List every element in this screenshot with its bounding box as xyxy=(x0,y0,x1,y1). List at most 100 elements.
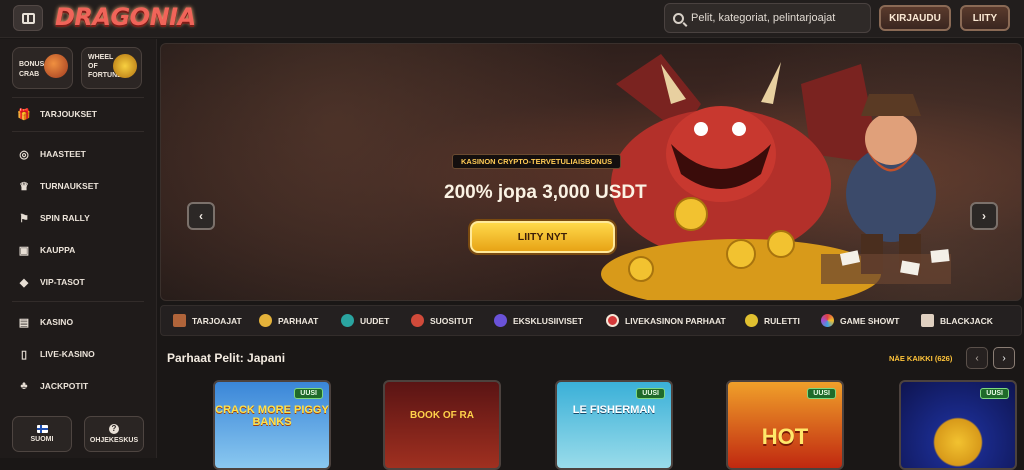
category-uudet[interactable]: UUDET xyxy=(341,314,389,327)
sidebar-item-vip-tasot[interactable]: ◆ VIP-TASOT xyxy=(18,276,85,289)
site-logo[interactable]: DRAGONIA xyxy=(55,3,196,31)
category-label: TARJOAJAT xyxy=(192,315,242,326)
new-badge: UUSI xyxy=(980,388,1009,399)
gift-icon: 🎁 xyxy=(17,108,31,121)
wheel-icon xyxy=(113,54,137,78)
chevron-left-icon: ‹ xyxy=(975,352,979,364)
gem-icon xyxy=(341,314,354,327)
chevron-right-icon: › xyxy=(1002,352,1006,364)
crystal-icon xyxy=(494,314,507,327)
sidebar: BONUS CRAB WHEEL OF FORTUNE 🎁 TARJOUKSET … xyxy=(0,39,157,458)
search-icon xyxy=(673,12,684,24)
divider xyxy=(12,97,144,98)
category-label: SUOSITUT xyxy=(430,315,473,326)
clover-icon: ♣ xyxy=(20,380,28,392)
sidebar-item-kauppa[interactable]: ▣ KAUPPA xyxy=(18,244,76,257)
category-ruletti[interactable]: RULETTI xyxy=(745,314,800,327)
wheel-icon xyxy=(821,314,834,327)
join-button[interactable]: LIITY xyxy=(960,5,1010,31)
sidebar-item-live-kasino[interactable]: ▯ LIVE-KASINO xyxy=(18,348,95,361)
promo-label-line: CRAB xyxy=(19,71,40,78)
sidebar-item-label: TURNAUKSET xyxy=(40,181,99,191)
racing-icon: ⚑ xyxy=(19,212,29,225)
new-badge: UUSI xyxy=(807,388,836,399)
promo-wheel-of-fortune[interactable]: WHEEL OF FORTUNE xyxy=(81,47,142,89)
sidebar-item-label: SPIN RALLY xyxy=(40,213,90,223)
sidebar-toggle-icon xyxy=(21,12,35,24)
category-label: BLACKJACK xyxy=(940,315,993,326)
card-icon: ▯ xyxy=(20,348,28,361)
see-all-link[interactable]: NÄE KAIKKI (626) xyxy=(889,354,952,363)
sidebar-item-haasteet[interactable]: ◎ HAASTEET xyxy=(18,148,86,161)
category-blackjack[interactable]: BLACKJACK xyxy=(921,314,993,327)
promo-label-line: WHEEL xyxy=(88,54,114,61)
roulette-icon xyxy=(745,314,758,327)
new-badge: UUSI xyxy=(294,388,323,399)
divider xyxy=(12,301,144,302)
search-box[interactable] xyxy=(664,3,871,33)
category-tarjoajat[interactable]: TARJOAJAT xyxy=(173,314,242,327)
category-label: PARHAAT xyxy=(278,315,319,326)
help-label: OHJEKESKUS xyxy=(89,437,139,444)
slot-machine-icon: ▤ xyxy=(18,316,30,329)
sidebar-item-label: JACKPOTIT xyxy=(40,381,89,391)
login-button[interactable]: KIRJAUDU xyxy=(879,5,951,31)
language-button[interactable]: SUOMI xyxy=(12,416,72,452)
sidebar-item-jackpotit[interactable]: ♣ JACKPOTIT xyxy=(18,380,88,392)
divider xyxy=(12,131,144,132)
category-suositut[interactable]: SUOSITUT xyxy=(411,314,473,327)
sidebar-item-turnaukset[interactable]: ♛ TURNAUKSET xyxy=(18,180,99,193)
help-center-button[interactable]: ? OHJEKESKUS xyxy=(84,416,144,452)
promo-label-line: BONUS xyxy=(19,61,45,68)
cards-icon xyxy=(921,314,934,327)
game-title: HOT xyxy=(761,424,809,449)
chevron-left-icon: ‹ xyxy=(199,209,203,223)
dwarf-hat xyxy=(861,94,921,116)
sidebar-item-label: TARJOUKSET xyxy=(40,109,97,119)
game-card[interactable]: BOOK OF RA xyxy=(383,380,501,470)
category-livekasinon-parhaat[interactable]: LIVEKASINON PARHAAT xyxy=(606,314,726,327)
game-card[interactable]: UUSI HOT xyxy=(726,380,844,470)
sidebar-toggle-button[interactable] xyxy=(13,5,43,31)
promo-label-line: OF xyxy=(88,63,98,70)
sidebar-item-tarjoukset[interactable]: 🎁 TARJOUKSET xyxy=(17,108,97,121)
flag-cross xyxy=(36,428,48,430)
game-card[interactable]: UUSI xyxy=(899,380,1017,470)
category-label: RULETTI xyxy=(764,315,800,326)
gold-coin xyxy=(726,239,756,269)
gold-coin xyxy=(767,230,795,258)
game-card[interactable]: UUSI CRACK MORE PIGGY BANKS xyxy=(213,380,331,470)
category-game-showt[interactable]: GAME SHOWT xyxy=(821,314,900,327)
sidebar-item-label: VIP-TASOT xyxy=(40,277,85,287)
game-card[interactable]: UUSI LE FISHERMAN xyxy=(555,380,673,470)
sidebar-item-spin-rally[interactable]: ⚑ SPIN RALLY xyxy=(18,212,90,225)
category-label: EKSKLUSIIVISET xyxy=(513,315,583,326)
category-label: GAME SHOWT xyxy=(840,315,900,326)
hero-join-now-button[interactable]: LIITY NYT xyxy=(470,221,615,253)
search-input[interactable] xyxy=(691,12,861,24)
sidebar-item-kasino[interactable]: ▤ KASINO xyxy=(18,316,73,329)
games-prev-button[interactable]: ‹ xyxy=(966,347,988,369)
top-bar: DRAGONIA KIRJAUDU LIITY xyxy=(0,0,1024,38)
playing-card xyxy=(930,249,950,263)
help-icon: ? xyxy=(109,424,119,434)
diamond-icon: ◆ xyxy=(19,276,29,289)
game-title: CRACK MORE PIGGY BANKS xyxy=(215,404,329,428)
hero-badge: KASINON CRYPTO-TERVETULIAISBONUS xyxy=(452,154,622,169)
trophy-icon: ♛ xyxy=(19,180,29,193)
category-parhaat[interactable]: PARHAAT xyxy=(259,314,318,327)
game-title: BOOK OF RA xyxy=(410,410,474,421)
star-burst-icon xyxy=(259,314,272,327)
game-title: LE FISHERMAN xyxy=(572,404,656,416)
games-next-button[interactable]: › xyxy=(993,347,1015,369)
category-eksklusiiviset[interactable]: EKSKLUSIIVISET xyxy=(494,314,583,327)
hero-prev-button[interactable]: ‹ xyxy=(187,202,215,230)
bitcoin-coin xyxy=(674,197,708,231)
hero-next-button[interactable]: › xyxy=(970,202,998,230)
dragon-horn xyxy=(761,62,781,104)
gold-coin xyxy=(628,256,654,282)
hero-title: 200% jopa 3,000 USDT xyxy=(444,182,647,203)
sidebar-item-label: KAUPPA xyxy=(40,245,76,255)
hero-banner[interactable]: KASINON CRYPTO-TERVETULIAISBONUS 200% jo… xyxy=(160,43,1022,301)
promo-bonus-crab[interactable]: BONUS CRAB xyxy=(12,47,73,89)
